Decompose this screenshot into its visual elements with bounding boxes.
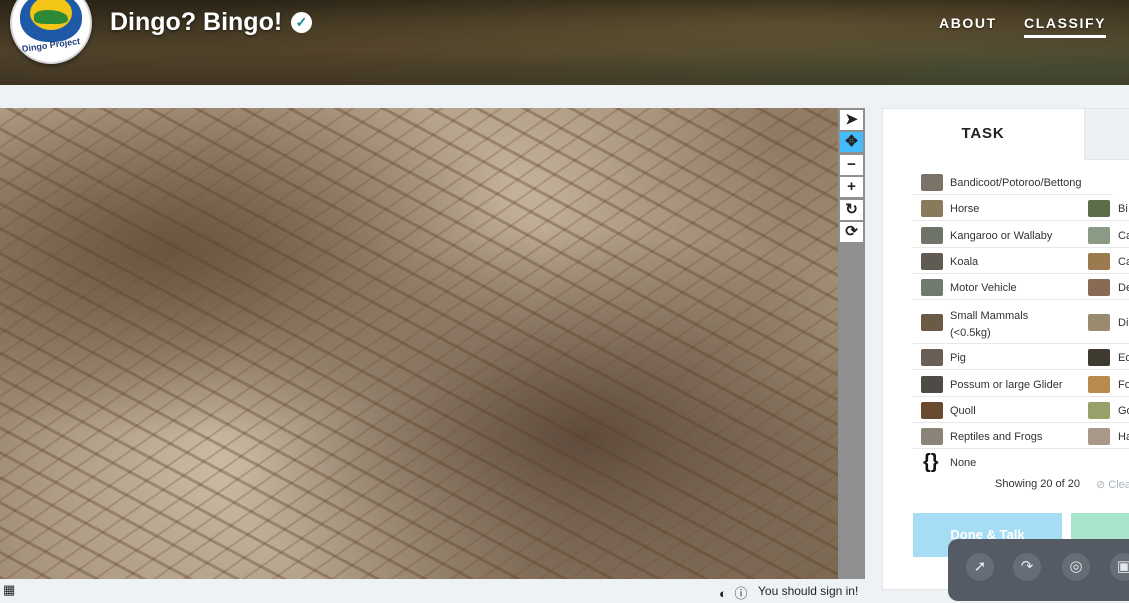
reset-icon[interactable]: ⟳: [840, 222, 863, 242]
choice-label: Ca: [1118, 256, 1129, 268]
choice-thumbnail: [1088, 402, 1110, 419]
footer-icons: ◐ ⓘ: [719, 583, 748, 602]
choice-thumbnail: [1088, 376, 1110, 393]
choice-possum[interactable]: Possum or large Glider: [913, 371, 1081, 397]
choice-thumbnail: [1088, 314, 1110, 331]
choice-right-4[interactable]: De: [1081, 274, 1129, 300]
choice-thumbnail: [1088, 200, 1110, 217]
cursor-circle-icon[interactable]: ➚: [966, 553, 994, 581]
site-header: Dingo Project Dingo? Bingo! ✓ ABOUT CLAS…: [0, 0, 1129, 85]
task-panel: TASK Bandicoot/Potoroo/Bettong Horse Kan…: [882, 108, 1129, 590]
choice-reptiles[interactable]: Reptiles and Frogs: [913, 423, 1081, 449]
choice-pig[interactable]: Pig: [913, 344, 1081, 370]
choice-small-mammals[interactable]: Small Mammals (<0.5kg): [913, 300, 1081, 344]
choice-right-9[interactable]: Ha: [1081, 423, 1129, 449]
nav-about-link[interactable]: ABOUT: [939, 15, 997, 31]
info-icon[interactable]: ⓘ: [734, 586, 747, 601]
camera-icon[interactable]: ▣: [1110, 553, 1129, 581]
choice-thumbnail: [1088, 227, 1110, 244]
clear-filters-link[interactable]: ⊘ Clea: [1096, 478, 1129, 491]
project-logo[interactable]: Dingo Project: [10, 0, 92, 64]
choice-thumbnail: [1088, 279, 1110, 296]
choice-thumbnail: [921, 174, 943, 191]
choice-label: Ha: [1118, 431, 1129, 443]
choice-label: De: [1118, 282, 1129, 294]
choice-label: Bandicoot/Potoroo/Bettong: [950, 177, 1082, 189]
choice-thumbnail: [921, 200, 943, 217]
choice-thumbnail: [921, 349, 943, 366]
choice-thumbnail: [921, 376, 943, 393]
choice-horse[interactable]: Horse: [913, 195, 1081, 221]
move-icon[interactable]: ✥: [840, 132, 863, 152]
subject-image[interactable]: [0, 108, 838, 579]
choice-right-7[interactable]: Fo: [1081, 371, 1129, 397]
choice-thumbnail: [921, 402, 943, 419]
wifi-cursor-icon[interactable]: ◎: [1062, 553, 1090, 581]
redo-circle-icon[interactable]: ↷: [1013, 553, 1041, 581]
choice-quoll[interactable]: Quoll: [913, 397, 1081, 423]
choice-label: Kangaroo or Wallaby: [950, 230, 1053, 242]
sign-in-notice: You should sign in!: [758, 584, 859, 598]
choice-thumbnail: [1088, 253, 1110, 270]
choice-label: Di: [1118, 317, 1129, 329]
choice-label: Quoll: [950, 405, 976, 417]
nav-classify-link[interactable]: CLASSIFY: [1024, 15, 1107, 38]
choice-thumbnail: [921, 279, 943, 296]
clear-label: Clea: [1108, 479, 1129, 491]
tab-task[interactable]: TASK: [883, 109, 1083, 159]
choice-label: Fo: [1118, 379, 1129, 391]
choice-label: None: [950, 457, 977, 469]
rotate-icon[interactable]: ↻: [840, 200, 863, 220]
logo-dingo-icon: [34, 10, 68, 24]
choice-right-8[interactable]: Go: [1081, 397, 1129, 423]
floating-toolbar: ➚ ↷ ◎ ▣: [948, 539, 1129, 601]
choice-label: Bi: [1118, 203, 1128, 215]
check-circle-icon: ✓: [291, 12, 312, 33]
pointer-icon[interactable]: ➤: [840, 110, 863, 130]
choice-label: Motor Vehicle: [950, 282, 1017, 294]
choice-label: Reptiles and Frogs: [950, 431, 1043, 443]
choice-label: Ca: [1118, 230, 1129, 242]
grid-icon[interactable]: ▦: [3, 583, 17, 596]
project-title[interactable]: Dingo? Bingo!: [110, 8, 282, 37]
zoom-in-icon[interactable]: +: [840, 177, 863, 197]
choice-label: Go: [1118, 405, 1129, 417]
choice-none[interactable]: {} None: [913, 449, 1081, 475]
choice-right-3[interactable]: Ca: [1081, 248, 1129, 274]
showing-count: Showing 20 of 20: [995, 478, 1081, 490]
choice-label: Small Mammals (<0.5kg): [950, 310, 1029, 339]
choice-thumbnail: [1088, 349, 1110, 366]
choice-thumbnail: [1088, 428, 1110, 445]
choice-label: Koala: [950, 256, 979, 268]
choice-right-5[interactable]: Di: [1081, 300, 1129, 344]
none-icon: {}: [923, 451, 939, 473]
zoom-out-icon[interactable]: −: [840, 155, 863, 175]
contrast-icon[interactable]: ◐: [719, 586, 727, 601]
choice-bandicoot[interactable]: Bandicoot/Potoroo/Bettong: [913, 169, 1113, 195]
choice-motor-vehicle[interactable]: Motor Vehicle: [913, 274, 1081, 300]
choice-thumbnail: [921, 227, 943, 244]
choice-right-2[interactable]: Ca: [1081, 222, 1129, 248]
choice-thumbnail: [921, 314, 943, 331]
choice-kangaroo[interactable]: Kangaroo or Wallaby: [913, 222, 1081, 248]
choice-koala[interactable]: Koala: [913, 248, 1081, 274]
viewer-toolbar: ➤ ✥ − + ↻ ⟳: [838, 108, 865, 579]
choice-thumbnail: [921, 428, 943, 445]
choice-label: Ec: [1118, 352, 1129, 364]
choice-right-6[interactable]: Ec: [1081, 344, 1129, 370]
choice-right-1[interactable]: Bi: [1081, 195, 1129, 221]
choice-label: Pig: [950, 352, 966, 364]
choice-label: Horse: [950, 203, 980, 215]
choice-thumbnail: [921, 253, 943, 270]
choice-label: Possum or large Glider: [950, 379, 1063, 391]
tab-tutorial[interactable]: [1084, 109, 1129, 160]
